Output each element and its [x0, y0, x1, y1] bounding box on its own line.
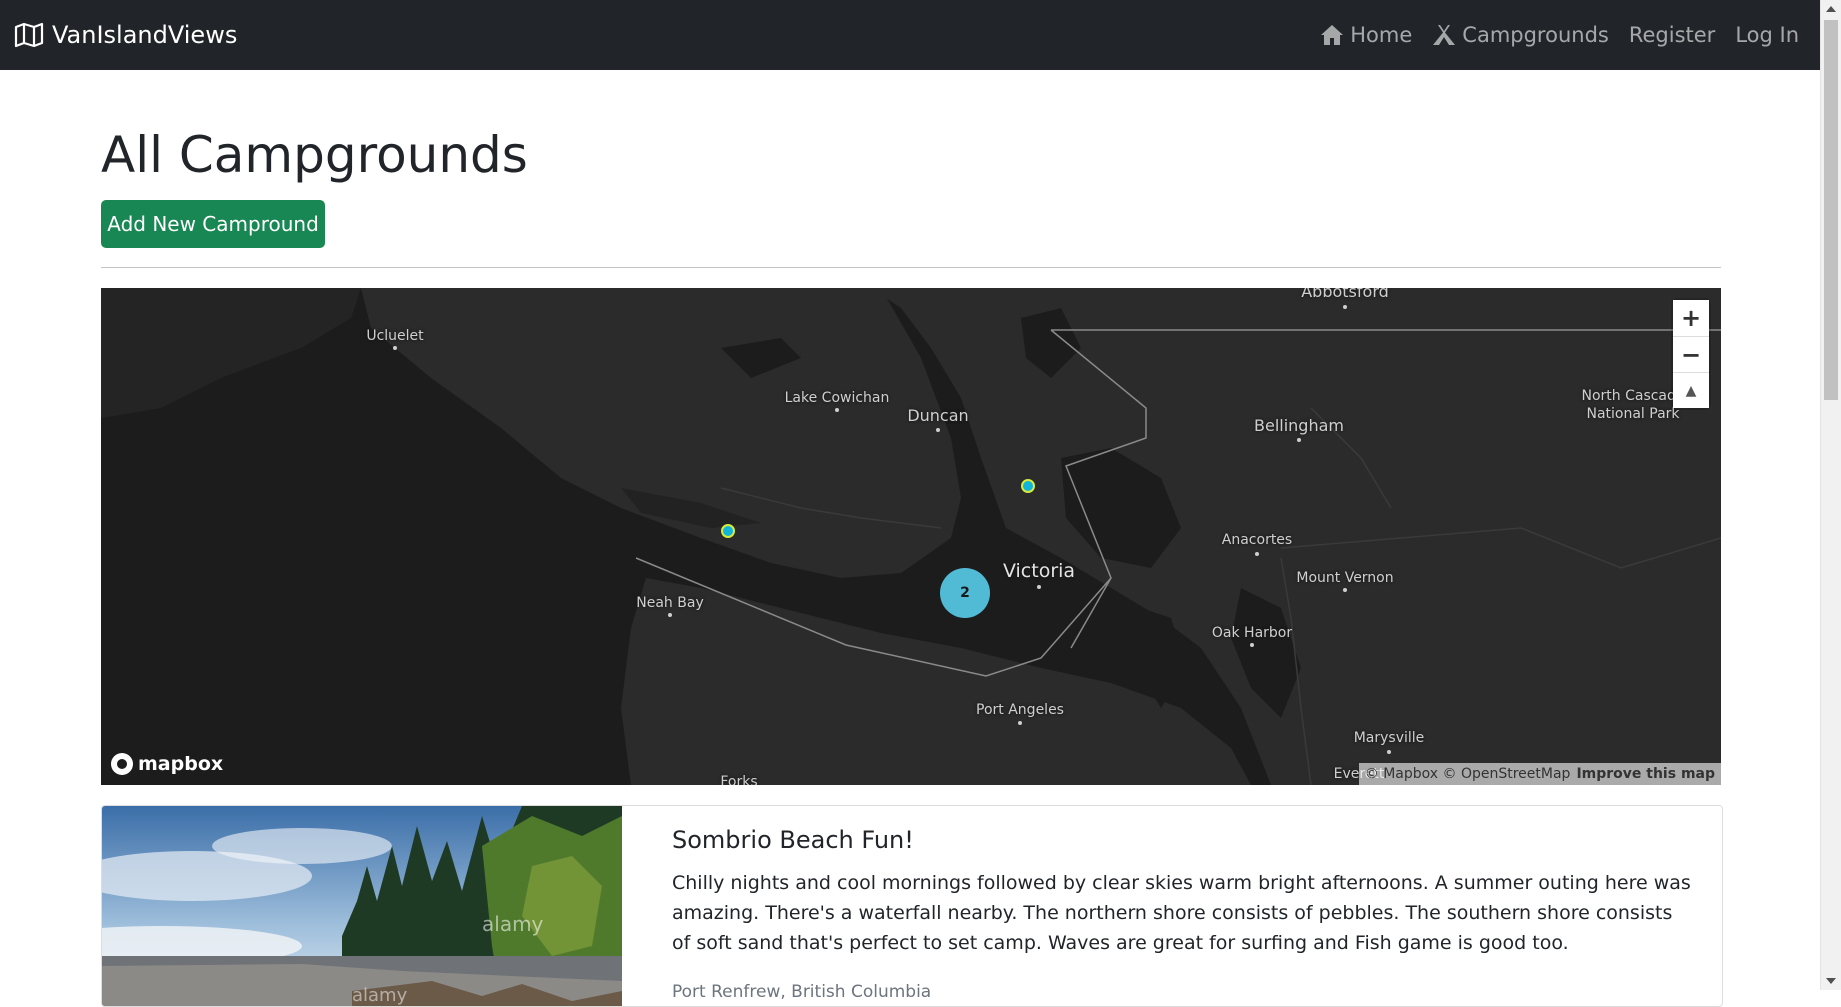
map-dot [1387, 750, 1391, 754]
map-dot [393, 346, 397, 350]
map-dot [1037, 585, 1041, 589]
map-label-neah-bay: Neah Bay [636, 595, 704, 611]
cluster-map[interactable]: Abbotsford Ucluelet Lake Cowichan Duncan… [101, 288, 1721, 785]
nav-campgrounds-label: Campgrounds [1462, 23, 1609, 47]
home-icon [1321, 25, 1344, 45]
map-label-bellingham: Bellingham [1254, 416, 1344, 435]
mapbox-logo[interactable]: mapbox [111, 753, 223, 775]
navbar: VanIslandViews Home Campgrounds Register… [0, 0, 1821, 70]
map-dot [1255, 552, 1259, 556]
map-dot [835, 408, 839, 412]
map-icon [14, 22, 44, 48]
nav-home-link[interactable]: Home [1320, 23, 1412, 47]
map-label-victoria: Victoria [1002, 560, 1076, 582]
compass-button[interactable]: ▲ [1673, 372, 1709, 408]
campground-image: alamy alamy [102, 806, 622, 1006]
card-body: Sombrio Beach Fun! Chilly nights and coo… [672, 826, 1692, 1002]
scroll-up-arrow-icon[interactable] [1826, 6, 1836, 12]
scroll-thumb[interactable] [1824, 20, 1838, 400]
campground-location: Port Renfrew, British Columbia [672, 982, 932, 1002]
map-label-abbotsford: Abbotsford [1301, 288, 1389, 301]
page-scrollbar[interactable] [1820, 0, 1841, 990]
brand-link[interactable]: VanIslandViews [14, 0, 237, 70]
map-navigation-control: + − ▲ [1673, 300, 1709, 408]
campground-icon [1433, 25, 1456, 45]
map-label-north-cascades: North Cascade [1581, 388, 1685, 404]
nav-campgrounds-link[interactable]: Campgrounds [1432, 23, 1609, 47]
watermark-text: alamy [352, 985, 408, 1006]
map-label-anacortes: Anacortes [1221, 532, 1293, 548]
mapbox-logo-icon [111, 753, 133, 775]
campground-description: Chilly nights and cool mornings followed… [672, 872, 1691, 954]
zoom-in-button[interactable]: + [1673, 300, 1709, 336]
map-terrain [101, 288, 1721, 785]
map-dot [1297, 438, 1301, 442]
beach-photo: alamy alamy [102, 806, 622, 1006]
add-campground-button[interactable]: Add New Campround [101, 200, 325, 248]
campground-marker[interactable] [1021, 479, 1035, 493]
map-dot [1250, 643, 1254, 647]
compass-icon: ▲ [1685, 382, 1697, 399]
improve-map-link[interactable]: Improve this map [1576, 766, 1715, 782]
map-dot [1018, 721, 1022, 725]
nav-home-label: Home [1350, 23, 1413, 47]
nav-links: Home Campgrounds Register Log In [1320, 0, 1799, 70]
nav-register-link[interactable]: Register [1629, 23, 1715, 47]
map-label-marysville: Marysville [1353, 730, 1425, 746]
map-label-forks: Forks [720, 774, 758, 785]
campground-cluster[interactable]: 2 [940, 568, 990, 618]
scroll-down-arrow-icon[interactable] [1826, 978, 1836, 984]
campground-marker[interactable] [721, 524, 735, 538]
map-attribution: © Mapbox © OpenStreetMap Improve this ma… [1358, 763, 1721, 785]
map-dot [936, 428, 940, 432]
map-label-port-angeles: Port Angeles [976, 702, 1064, 718]
map-label-national-park: National Park [1586, 406, 1680, 422]
map-label-duncan: Duncan [907, 406, 969, 425]
attribution-text[interactable]: © Mapbox © OpenStreetMap [1365, 766, 1571, 782]
brand-name: VanIslandViews [52, 21, 238, 49]
map-dot [1343, 305, 1347, 309]
zoom-out-button[interactable]: − [1673, 336, 1709, 372]
divider [101, 267, 1721, 268]
map-label-mount-vernon: Mount Vernon [1296, 570, 1394, 586]
campground-title[interactable]: Sombrio Beach Fun! [672, 826, 1692, 854]
watermark-text: alamy [482, 912, 544, 936]
mapbox-logo-text: mapbox [138, 753, 224, 775]
map-dot [668, 613, 672, 617]
map-dot [1343, 588, 1347, 592]
map-label-oak-harbor: Oak Harbor [1211, 625, 1293, 641]
campground-card: alamy alamy Sombrio Beach Fun! Chilly ni… [101, 805, 1723, 1007]
map-label-ucluelet: Ucluelet [366, 328, 424, 344]
map-label-lake-cowichan: Lake Cowichan [784, 390, 890, 406]
page-title: All Campgrounds [101, 126, 528, 184]
nav-login-link[interactable]: Log In [1735, 23, 1799, 47]
